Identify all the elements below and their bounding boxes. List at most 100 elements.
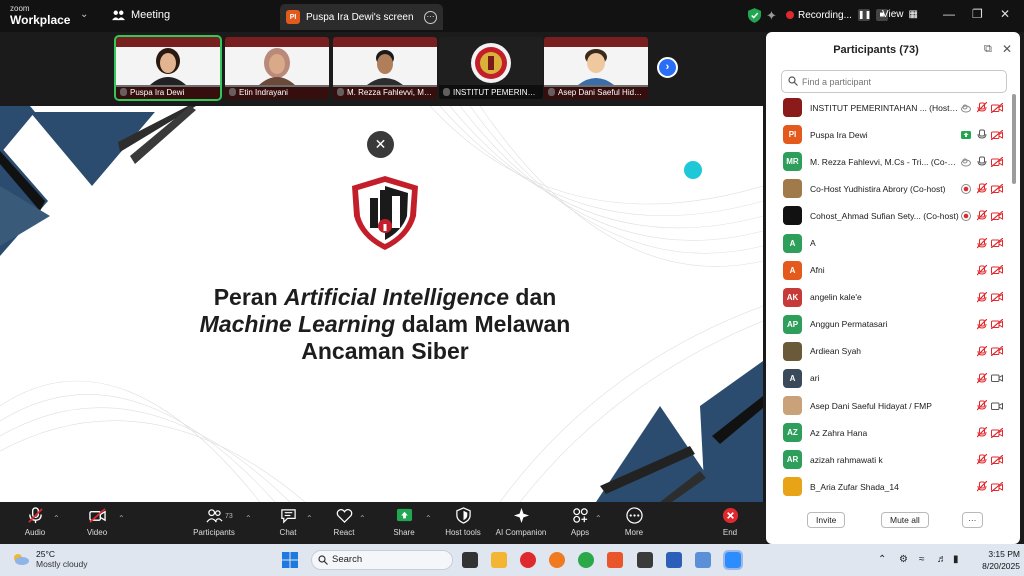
video-off-icon[interactable] — [991, 210, 1003, 221]
mute-all-button[interactable]: Mute all — [881, 512, 929, 528]
participant-row[interactable]: Aari — [766, 365, 1012, 392]
host-tools-button[interactable]: Host tools — [435, 505, 491, 537]
react-options-caret-icon[interactable]: ⌃ — [359, 514, 366, 523]
video-off-icon[interactable] — [991, 292, 1003, 303]
meeting-tab[interactable]: Meeting — [112, 9, 170, 21]
mic-muted-icon[interactable] — [977, 210, 987, 221]
mic-muted-icon[interactable] — [977, 291, 987, 303]
share-options-caret-icon[interactable]: ⌃ — [425, 514, 432, 523]
participant-row[interactable]: B_Aria Zufar Shada_14 — [766, 473, 1012, 500]
chrome-icon[interactable] — [578, 552, 594, 568]
participant-row[interactable]: AP Anggun Permatasari — [766, 311, 1012, 338]
participant-row[interactable]: Cohost_Ahmad Sufian Sety... (Co-host) — [766, 202, 1012, 229]
recording-indicator[interactable]: Recording... ❚❚ ■ — [786, 9, 888, 21]
taskbar-search[interactable]: Search — [311, 550, 453, 570]
apps-options-caret-icon[interactable]: ⌃ — [595, 514, 602, 523]
brave-icon[interactable] — [607, 552, 623, 568]
opera-icon[interactable] — [520, 552, 536, 568]
mic-muted-icon[interactable] — [977, 400, 987, 411]
video-off-icon[interactable] — [991, 481, 1003, 492]
audio-options-caret-icon[interactable]: ⌃ — [53, 514, 60, 523]
close-window-icon[interactable]: ✕ — [1000, 7, 1010, 21]
security-shield-icon[interactable] — [748, 8, 761, 23]
participant-row[interactable]: AK angelin kale'e — [766, 284, 1012, 311]
participant-search-input[interactable] — [781, 70, 1007, 93]
firefox-icon[interactable] — [549, 552, 565, 568]
file-explorer-icon[interactable] — [491, 552, 507, 568]
volume-icon[interactable]: ♬ — [937, 554, 947, 565]
video-off-icon[interactable] — [991, 454, 1003, 465]
video-button[interactable]: Video — [69, 505, 125, 537]
participant-row[interactable]: Ardiean Syah — [766, 338, 1012, 365]
video-icon[interactable] — [991, 373, 1003, 383]
weather-widget[interactable]: 25°C Mostly cloudy — [12, 549, 88, 569]
participant-row[interactable]: Co-Host Yudhistira Abrory (Co-host) — [766, 175, 1012, 202]
mic-icon[interactable] — [977, 156, 987, 167]
video-tile-4[interactable]: INSTITUT PEMERINTA... — [439, 37, 543, 99]
video-tile-5[interactable]: Asep Dani Saeful Hida... — [544, 37, 648, 99]
battery-icon[interactable]: ▮ — [953, 554, 959, 565]
restore-icon[interactable]: ❐ — [972, 7, 983, 21]
close-panel-icon[interactable]: ✕ — [1002, 42, 1012, 56]
task-view-icon[interactable] — [462, 552, 478, 568]
participant-row[interactable]: AA — [766, 229, 1012, 256]
video-off-icon[interactable] — [991, 156, 1003, 167]
video-options-caret-icon[interactable]: ⌃ — [118, 514, 125, 523]
participant-row[interactable]: MR M. Rezza Fahlevvi, M.Cs - Tri... (Co-h… — [766, 148, 1012, 175]
view-menu[interactable]: View ▦ — [882, 9, 918, 20]
mic-muted-icon[interactable] — [977, 183, 987, 194]
video-off-icon[interactable] — [991, 238, 1003, 249]
word-icon[interactable] — [666, 552, 682, 568]
participant-row[interactable]: INSTITUT PEMERINTAHAN ... (Host, me) — [766, 94, 1012, 121]
notepad-icon[interactable] — [695, 552, 711, 568]
brand-chevron-down-icon[interactable]: ⌄ — [80, 9, 88, 20]
participant-row[interactable]: A Afni — [766, 257, 1012, 284]
pop-out-icon[interactable]: ⧉ — [984, 43, 992, 56]
participant-row[interactable]: Asep Dani Saeful Hidayat / FMP — [766, 392, 1012, 419]
app-icon[interactable] — [637, 552, 653, 568]
participant-row[interactable]: AR azizah rahmawati k — [766, 446, 1012, 473]
mic-muted-icon[interactable] — [977, 454, 987, 465]
more-button[interactable]: More — [606, 505, 662, 537]
system-clock[interactable]: 3:15 PM 8/20/2025 — [968, 548, 1020, 572]
video-icon[interactable] — [991, 401, 1003, 411]
mic-muted-icon[interactable] — [977, 318, 987, 330]
participants-options-caret-icon[interactable]: ⌃ — [245, 514, 252, 523]
mic-muted-icon[interactable] — [977, 427, 987, 438]
mic-muted-icon[interactable] — [977, 372, 987, 384]
end-meeting-button[interactable]: End — [702, 505, 758, 537]
pause-recording-icon[interactable]: ❚❚ — [857, 9, 871, 21]
mic-muted-icon[interactable] — [977, 264, 987, 276]
mic-muted-icon[interactable] — [977, 237, 987, 249]
panel-more-button[interactable]: ··· — [962, 512, 983, 528]
tray-overflow-chevron-icon[interactable]: ⌃ — [878, 554, 886, 565]
video-off-icon[interactable] — [991, 427, 1003, 438]
chat-options-caret-icon[interactable]: ⌃ — [306, 514, 313, 523]
next-page-arrow-icon[interactable]: › — [657, 57, 678, 78]
invite-button[interactable]: Invite — [807, 512, 846, 528]
participant-list-scrollbar[interactable] — [1012, 94, 1016, 184]
minimize-icon[interactable]: — — [943, 7, 955, 21]
video-off-icon[interactable] — [991, 129, 1003, 140]
language-icon[interactable]: ⚙ — [899, 554, 908, 565]
video-off-icon[interactable] — [991, 346, 1003, 357]
wifi-icon[interactable]: ≈ — [919, 554, 925, 565]
shared-screen-tab[interactable]: PI Puspa Ira Dewi's screen ··· — [280, 4, 443, 30]
close-slide-icon[interactable]: ✕ — [367, 131, 394, 158]
participants-button[interactable]: Participants — [186, 505, 242, 537]
mic-icon[interactable] — [977, 129, 987, 140]
participant-row[interactable]: PI Puspa Ira Dewi — [766, 121, 1012, 148]
zoom-taskbar-icon[interactable] — [723, 550, 743, 570]
mic-muted-icon[interactable] — [977, 481, 987, 492]
video-tile-2[interactable]: Etin Indrayani — [225, 37, 329, 99]
video-off-icon[interactable] — [991, 265, 1003, 276]
mic-muted-icon[interactable] — [977, 345, 987, 357]
participant-row[interactable]: AZ Az Zahra Hana — [766, 419, 1012, 446]
video-off-icon[interactable] — [991, 102, 1003, 113]
more-options-icon[interactable]: ··· — [424, 10, 437, 24]
video-off-icon[interactable] — [991, 319, 1003, 330]
ai-companion-button[interactable]: AI Companion — [490, 505, 552, 537]
video-tile-3[interactable]: M. Rezza Fahlevvi, M.Cs... — [333, 37, 437, 99]
video-off-icon[interactable] — [991, 183, 1003, 194]
windows-start-icon[interactable] — [282, 552, 298, 568]
